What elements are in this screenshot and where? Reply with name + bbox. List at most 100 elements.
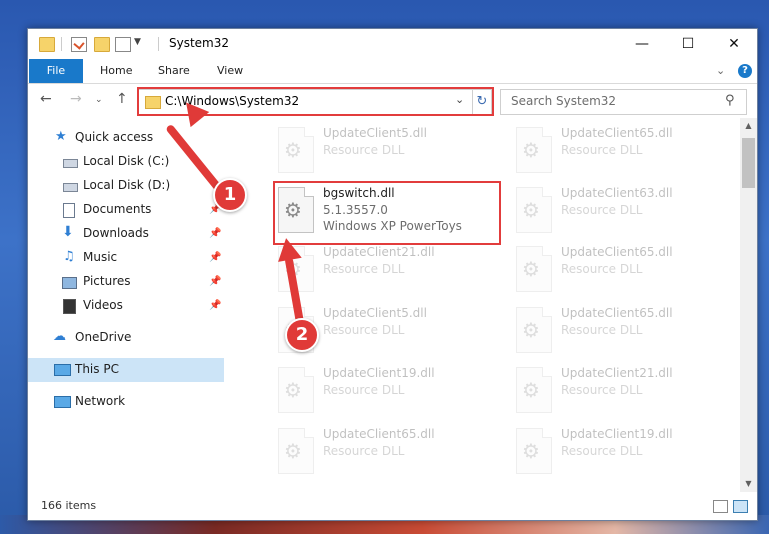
tab-share[interactable]: Share [158, 59, 190, 83]
file-name: UpdateClient65.dll [561, 245, 673, 259]
file-tile[interactable]: ⚙ UpdateClient21.dll Resource DLL [513, 363, 733, 419]
back-arrow-icon[interactable]: ← [40, 91, 52, 107]
sidebar-item-videos[interactable]: Videos 📌 [28, 294, 224, 318]
chevron-down-icon[interactable]: ▼ [134, 37, 141, 47]
toolbar-divider [158, 37, 159, 51]
file-tile-selected[interactable]: ⚙ bgswitch.dll 5.1.3557.0 Windows XP Pow… [273, 181, 501, 245]
pin-icon[interactable]: 📌 [209, 252, 221, 263]
dll-file-icon: ⚙ [516, 127, 552, 173]
scroll-up-icon[interactable]: ▲ [740, 118, 757, 134]
file-name: UpdateClient65.dll [561, 126, 673, 140]
search-input[interactable]: Search System32 [511, 94, 616, 108]
expand-ribbon-icon[interactable]: ⌄ [716, 64, 725, 77]
scroll-thumb[interactable] [742, 138, 755, 188]
file-name: UpdateClient21.dll [561, 366, 673, 380]
dll-file-icon: ⚙ [278, 428, 314, 474]
help-icon[interactable]: ? [738, 64, 752, 78]
tab-home[interactable]: Home [100, 59, 132, 83]
file-name: UpdateClient19.dll [561, 427, 673, 441]
scroll-down-icon[interactable]: ▼ [740, 476, 757, 492]
up-arrow-icon[interactable]: ↑ [116, 91, 128, 107]
network-icon [54, 396, 71, 408]
sidebar-item-onedrive[interactable]: ☁ OneDrive [28, 326, 224, 350]
file-name: UpdateClient65.dll [323, 427, 435, 441]
cloud-icon: ☁ [53, 329, 66, 344]
file-tile[interactable]: ⚙ UpdateClient19.dll Resource DLL [275, 363, 495, 419]
forward-arrow-icon[interactable]: → [70, 91, 82, 107]
close-button[interactable]: ✕ [711, 29, 757, 59]
title-bar: ▼ System32 — ☐ ✕ [28, 29, 757, 59]
customize-toolbar-icon[interactable] [115, 37, 131, 52]
file-type: Resource DLL [561, 143, 643, 157]
recent-locations-icon[interactable]: ⌄ [95, 95, 103, 105]
vertical-scrollbar[interactable]: ▲ ▼ [740, 118, 757, 492]
sidebar-item-music[interactable]: ♫ Music 📌 [28, 246, 224, 270]
pin-icon[interactable]: 📌 [209, 276, 221, 287]
file-tile[interactable]: ⚙ UpdateClient19.dll Resource DLL [513, 424, 733, 480]
file-tile[interactable]: ⚙ UpdateClient65.dll Resource DLL [513, 123, 733, 179]
file-type: Resource DLL [323, 143, 405, 157]
drive-icon [63, 159, 78, 168]
details-view-icon[interactable] [713, 500, 728, 513]
sidebar-item-this-pc[interactable]: This PC [28, 358, 224, 382]
file-tile[interactable]: ⚙ UpdateClient5.dll Resource DLL [275, 123, 495, 179]
file-list: ⚙ UpdateClient5.dll Resource DLL ⚙ bgswi… [251, 118, 740, 492]
dll-file-icon: ⚙ [516, 367, 552, 413]
dll-file-icon: ⚙ [516, 187, 552, 233]
download-arrow-icon: ⬇ [62, 224, 74, 240]
file-type: Resource DLL [323, 383, 405, 397]
large-icons-view-icon[interactable] [733, 500, 748, 513]
file-type: Resource DLL [323, 444, 405, 458]
gear-icon: ⚙ [522, 439, 540, 463]
folder-icon[interactable] [39, 37, 55, 52]
sidebar-item-label: Quick access [75, 130, 154, 144]
sidebar-item-documents[interactable]: Documents 📌 [28, 198, 224, 222]
monitor-icon [54, 364, 71, 376]
item-count: 166 items [41, 499, 97, 512]
gear-icon: ⚙ [522, 318, 540, 342]
dll-file-icon: ⚙ [278, 127, 314, 173]
sidebar-item-local-disk-d[interactable]: Local Disk (D:) [28, 174, 224, 198]
file-version: 5.1.3557.0 [323, 203, 388, 217]
file-name: bgswitch.dll [323, 186, 395, 200]
dll-file-icon: ⚙ [516, 307, 552, 353]
status-bar: 166 items [28, 494, 757, 519]
file-tile[interactable]: ⚙ UpdateClient21.dll Resource DLL [275, 242, 495, 298]
minimize-button[interactable]: — [619, 29, 665, 59]
sidebar-item-network[interactable]: Network [28, 390, 224, 414]
file-name: UpdateClient21.dll [323, 245, 435, 259]
dll-file-icon: ⚙ [516, 246, 552, 292]
gear-icon: ⚙ [284, 378, 302, 402]
file-tile[interactable]: ⚙ UpdateClient65.dll Resource DLL [275, 424, 495, 480]
tab-file[interactable]: File [29, 59, 83, 83]
navigation-pane: ★ Quick access Local Disk (C:) Local Dis… [28, 118, 224, 493]
sidebar-item-quick-access[interactable]: ★ Quick access [28, 126, 224, 150]
gear-icon: ⚙ [284, 138, 302, 162]
sidebar-item-label: Videos [83, 298, 123, 312]
new-folder-icon[interactable] [94, 37, 110, 52]
sidebar-item-downloads[interactable]: ⬇ Downloads 📌 [28, 222, 224, 246]
search-icon[interactable]: ⚲ [725, 93, 735, 108]
properties-icon[interactable] [71, 37, 87, 52]
sidebar-item-label: Downloads [83, 226, 149, 240]
file-type: Resource DLL [561, 203, 643, 217]
sidebar-item-label: Documents [83, 202, 152, 216]
gear-icon: ⚙ [522, 198, 540, 222]
sidebar-item-pictures[interactable]: Pictures 📌 [28, 270, 224, 294]
search-box[interactable]: Search System32 ⚲ [500, 89, 747, 115]
sidebar-item-label: Network [75, 394, 126, 408]
tab-view[interactable]: View [217, 59, 243, 83]
sidebar-item-label: Local Disk (D:) [83, 178, 171, 192]
sidebar-item-label: This PC [75, 362, 119, 376]
maximize-button[interactable]: ☐ [665, 29, 711, 59]
pin-icon[interactable]: 📌 [209, 228, 221, 239]
file-tile[interactable]: ⚙ UpdateClient65.dll Resource DLL [513, 303, 733, 359]
file-tile[interactable]: ⚙ UpdateClient65.dll Resource DLL [513, 242, 733, 298]
dll-file-icon: ⚙ [278, 187, 314, 233]
file-tile[interactable]: ⚙ UpdateClient63.dll Resource DLL [513, 183, 733, 239]
sidebar-item-label: Music [83, 250, 118, 264]
file-type: Resource DLL [323, 323, 405, 337]
file-name: UpdateClient5.dll [323, 126, 427, 140]
pin-icon[interactable]: 📌 [209, 300, 221, 311]
gear-icon: ⚙ [522, 257, 540, 281]
